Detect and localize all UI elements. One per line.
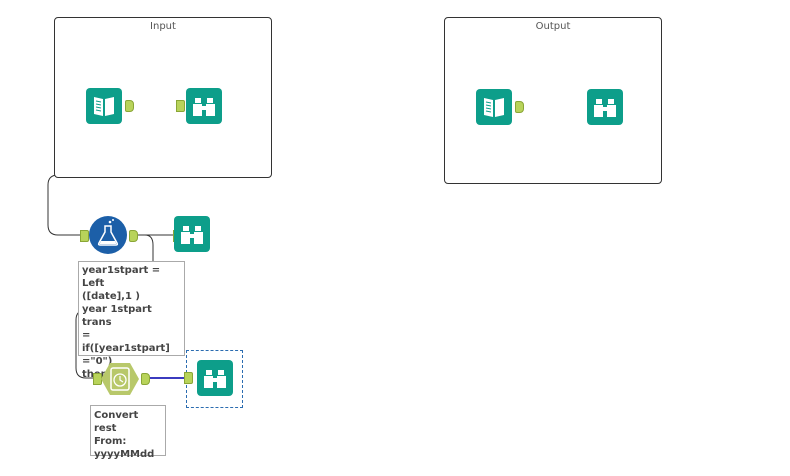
output-input-data-tool[interactable] xyxy=(476,89,512,125)
flask-icon xyxy=(97,219,119,246)
formula-tool-input-anchor[interactable] xyxy=(80,230,89,242)
browse-tool-output[interactable] xyxy=(587,89,623,125)
binoculars-icon xyxy=(204,370,226,388)
formula-tool-output-anchor[interactable] xyxy=(129,230,138,242)
browse-tool-3[interactable] xyxy=(197,360,233,396)
book-icon xyxy=(94,97,114,116)
output-input-tool-output-anchor[interactable] xyxy=(515,101,524,113)
formula-tool[interactable] xyxy=(89,216,127,254)
binoculars-icon xyxy=(594,99,616,117)
browse-tool-3-input-anchor[interactable] xyxy=(184,372,193,384)
browse-tool-input-anchor[interactable] xyxy=(176,100,185,112)
datetime-annotation: Convert rest From: yyyyMMdd xyxy=(90,405,166,460)
output-container-title: Output xyxy=(535,21,571,32)
book-icon xyxy=(484,98,504,117)
input-tool-output-anchor[interactable] xyxy=(125,100,134,112)
datetime-tool[interactable] xyxy=(101,361,139,397)
input-data-tool[interactable] xyxy=(86,88,122,124)
clock-icon xyxy=(101,363,139,395)
datetime-tool-output-anchor[interactable] xyxy=(141,373,150,385)
input-container-title: Input xyxy=(150,21,176,32)
formula-annotation: year1stpart = Left ([date],1 ) year 1stp… xyxy=(78,261,185,380)
browse-tool-2[interactable] xyxy=(174,216,210,252)
binoculars-icon xyxy=(181,226,203,244)
binoculars-icon xyxy=(193,98,215,116)
browse-tool-1[interactable] xyxy=(186,88,222,124)
